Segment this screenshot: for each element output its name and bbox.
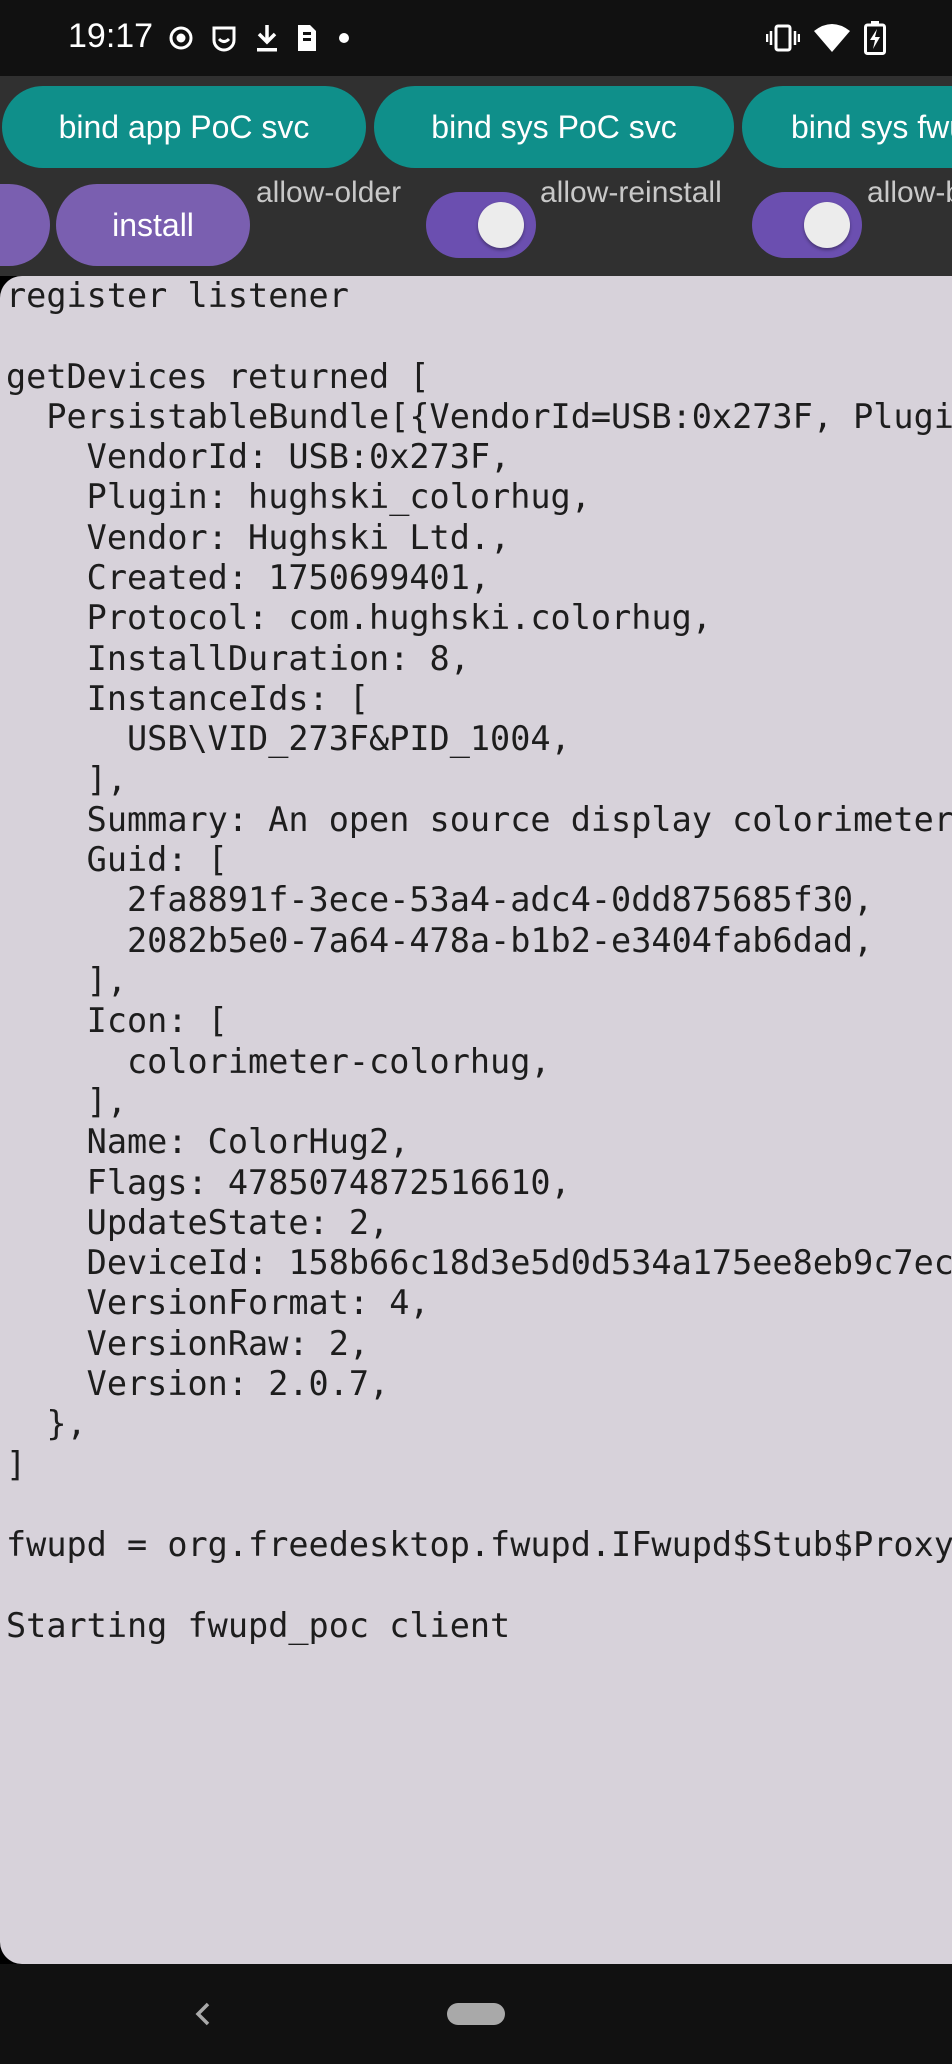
status-bar: 19:17 (0, 0, 952, 76)
log-line: ] (6, 1444, 27, 1484)
sim-icon (296, 23, 318, 53)
log-line: VendorId: USB:0x273F, (6, 437, 511, 477)
status-icons-right (766, 18, 886, 58)
log-line: InstanceIds: [ (6, 678, 370, 718)
log-line: Flags: 4785074872516610, (6, 1162, 571, 1202)
log-line: Starting fwupd_poc client (6, 1605, 511, 1645)
log-line: PersistableBundle[{VendorId=USB:0x273F, … (46, 396, 952, 436)
allow-older-switch[interactable] (426, 192, 536, 258)
log-line: ], (6, 759, 128, 799)
log-line: Created: 1750699401, (6, 558, 491, 598)
log-line: Protocol: com.hughski.colorhug, (6, 598, 712, 638)
bind-app-poc-svc-button[interactable]: bind app PoC svc (2, 86, 366, 168)
action-toolbar: bind app PoC svc bind sys PoC svc bind s… (0, 76, 952, 276)
log-line: Icon: [ (6, 1001, 228, 1041)
switch-thumb (478, 202, 524, 248)
log-line: 2fa8891f-3ece-53a4-adc4-0dd875685f30, (6, 880, 874, 920)
log-line: getDevices returned [ (6, 356, 430, 396)
log-line: register listener (6, 276, 349, 315)
face-icon (210, 24, 238, 52)
log-text: register listener getDevices returned [ … (6, 276, 952, 1646)
home-pill-icon[interactable] (447, 2003, 505, 2025)
log-line: Summary: An open source display colorime… (6, 799, 952, 839)
status-icons-left (168, 18, 354, 58)
log-line: InstallDuration: 8, (6, 638, 470, 678)
log-line: USB\VID_273F&PID_1004, (6, 719, 571, 759)
log-line: Guid: [ (6, 840, 228, 880)
previous-action-button[interactable] (0, 184, 50, 266)
dot-icon (334, 28, 354, 48)
bind-sys-poc-svc-button[interactable]: bind sys PoC svc (374, 86, 734, 168)
allow-reinstall-label: allow-reinstall (540, 176, 722, 209)
log-line: colorimeter-colorhug, (6, 1041, 551, 1081)
log-output[interactable]: register listener getDevices returned [ … (0, 276, 952, 1964)
log-line: ], (6, 961, 128, 1001)
download-icon (254, 23, 280, 53)
log-line: 2082b5e0-7a64-478a-b1b2-e3404fab6dad, (6, 920, 874, 960)
log-line: UpdateState: 2, (6, 1202, 390, 1242)
log-line: }, (6, 1404, 87, 1444)
allow-reinstall-switch[interactable] (752, 192, 862, 258)
log-line: VersionFormat: 4, (6, 1283, 430, 1323)
wifi-icon (814, 23, 850, 53)
log-line: Vendor: Hughski Ltd., (6, 517, 511, 557)
log-line: DeviceId: 158b66c18d3e5d0d534a175ee8eb9c… (6, 1243, 952, 1283)
record-icon (168, 25, 194, 51)
log-line: VersionRaw: 2, (6, 1323, 370, 1363)
back-icon[interactable] (188, 1994, 218, 2034)
log-line: ], (6, 1081, 128, 1121)
switch-thumb (804, 202, 850, 248)
log-line: Version: 2.0.7, (6, 1364, 390, 1404)
bind-sys-fwupd-svc-button[interactable]: bind sys fwupd svc (742, 86, 952, 168)
log-line: fwupd = org.freedesktop.fwupd.IFwupd$Stu… (6, 1525, 952, 1565)
install-button[interactable]: install (56, 184, 250, 266)
allow-branch-switch-label: allow-branch-switch (867, 176, 952, 209)
log-line: Name: ColorHug2, (6, 1122, 410, 1162)
navigation-bar (0, 1964, 952, 2064)
status-time: 19:17 (68, 17, 154, 55)
log-line: Plugin: hughski_colorhug, (6, 477, 591, 517)
vibrate-icon (766, 23, 800, 53)
allow-older-label: allow-older (256, 176, 402, 209)
battery-charging-icon (864, 21, 886, 55)
